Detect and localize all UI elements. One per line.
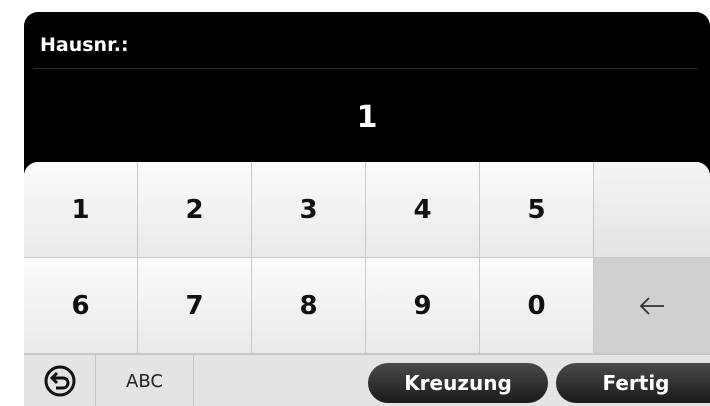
crossing-button[interactable]: Kreuzung [368,363,548,403]
key-2[interactable]: 2 [138,162,252,258]
abc-keyboard-button[interactable]: ABC [96,355,194,406]
label-divider [34,68,698,69]
numeric-keypad: 1 2 3 4 5 6 7 8 9 0 ABC Kreuzung Fertig [24,162,710,406]
key-8[interactable]: 8 [252,258,366,354]
key-0[interactable]: 0 [480,258,594,354]
house-number-label: Hausnr.: [40,34,129,56]
device-screen: Hausnr.: 1 1 2 3 4 5 6 7 8 9 0 ABC Kreuz… [24,12,710,406]
key-9[interactable]: 9 [366,258,480,354]
key-7[interactable]: 7 [138,258,252,354]
key-3[interactable]: 3 [252,162,366,258]
key-1[interactable]: 1 [24,162,138,258]
left-arrow-icon [639,296,664,315]
house-number-input[interactable]: 1 [24,100,710,135]
key-empty [594,162,710,258]
done-button[interactable]: Fertig [556,363,710,403]
key-4[interactable]: 4 [366,162,480,258]
backspace-key[interactable] [594,258,710,354]
keypad-bottom-bar: ABC Kreuzung Fertig [24,354,710,406]
key-6[interactable]: 6 [24,258,138,354]
back-arrow-circle-icon [44,365,75,397]
back-button[interactable] [24,355,96,406]
keypad-row-1: 1 2 3 4 5 [24,162,710,258]
key-5[interactable]: 5 [480,162,594,258]
keypad-row-2: 6 7 8 9 0 [24,258,710,354]
